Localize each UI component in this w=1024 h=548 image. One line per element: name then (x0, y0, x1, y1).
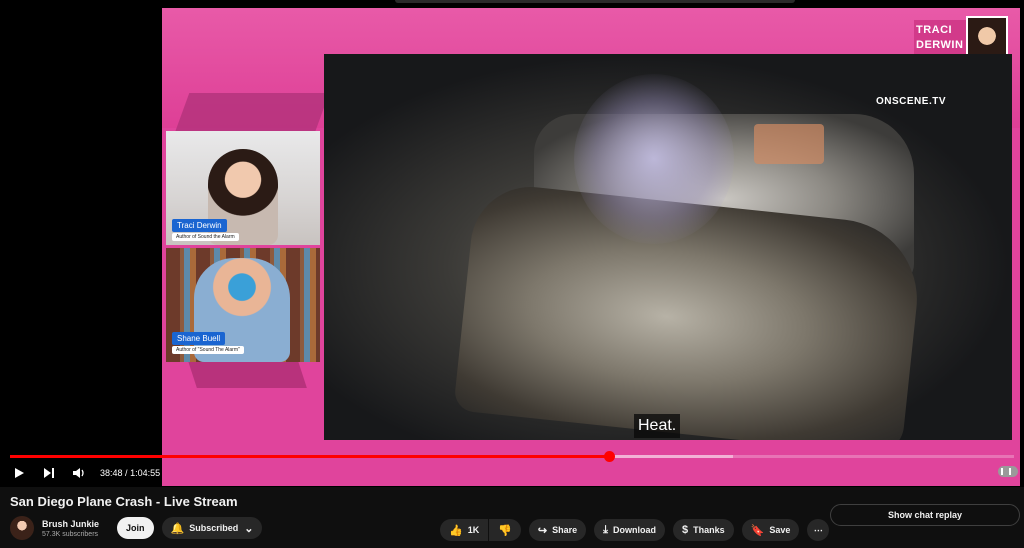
top-sliver (395, 0, 795, 3)
subscribed-label: Subscribed (189, 523, 239, 533)
closed-caption: Heat. (634, 414, 681, 438)
time-separator: / (125, 468, 128, 478)
overlay-splash (174, 93, 330, 133)
footage-watermark: ONSCENE.TV (876, 96, 947, 107)
guest-feed-traci: Traci Derwin Author of Sound the Alarm (166, 131, 320, 245)
download-label: Download (613, 525, 657, 535)
guest-role: Author of "Sound The Alarm" (172, 346, 244, 354)
join-label: Join (126, 523, 145, 533)
like-button[interactable]: 👍 1K (440, 519, 489, 541)
volume-icon (73, 468, 84, 478)
thanks-button[interactable]: $ Thanks (673, 519, 734, 541)
share-label: Share (552, 525, 578, 535)
news-footage: ONSCENE.TV Heat. (324, 54, 1012, 440)
guest-feed-shane: Shane Buell Author of "Sound The Alarm" (166, 248, 320, 362)
thumbs-up-icon: 👍 (449, 524, 463, 537)
guest-role: Author of Sound the Alarm (172, 233, 239, 241)
play-icon (15, 468, 24, 478)
subscribed-button[interactable]: 🔔 Subscribed ⌄ (161, 517, 263, 539)
dislike-button[interactable]: 👎 (489, 519, 521, 541)
join-button[interactable]: Join (117, 517, 154, 539)
more-icon: ⋯ (813, 524, 823, 535)
played-bar (10, 455, 610, 458)
player-controls: 38:48 / 1:04:55 (0, 462, 1024, 484)
time-total: 1:04:55 (130, 468, 161, 478)
host-badge-line1: TRACI (916, 24, 953, 36)
save-button[interactable]: 🔖 Save (741, 519, 800, 541)
channel-row: Brush Junkie 57.3K subscribers Join 🔔 Su… (10, 516, 263, 540)
guest-name: Shane Buell (172, 332, 226, 345)
chevron-down-icon: ⌄ (244, 522, 254, 535)
thumbs-down-icon: 👎 (498, 524, 512, 537)
guest-name: Traci Derwin (172, 219, 227, 232)
autoplay-toggle[interactable] (998, 466, 1018, 477)
bell-icon: 🔔 (170, 522, 185, 535)
play-button[interactable] (8, 464, 30, 482)
more-button[interactable]: ⋯ (807, 519, 830, 541)
download-button[interactable]: ⤓ Download (594, 519, 666, 541)
thanks-icon: $ (682, 524, 689, 536)
save-icon: 🔖 (750, 524, 765, 537)
volume-button[interactable] (68, 464, 90, 482)
overlay-splash-lower (187, 358, 307, 388)
action-bar: 👍 1K 👎 ↪ Share ⤓ Download $ Thanks 🔖 Sav… (440, 519, 837, 541)
like-dislike-group: 👍 1K 👎 (440, 519, 529, 541)
guest-nametag: Shane Buell Author of "Sound The Alarm" (172, 332, 244, 354)
time-display: 38:48 / 1:04:55 (100, 468, 160, 478)
video-title: San Diego Plane Crash - Live Stream (10, 494, 238, 509)
smoke (574, 74, 734, 244)
chat-replay-label: Show chat replay (887, 510, 963, 520)
time-current: 38:48 (100, 468, 123, 478)
host-badge-text: TRACI DERWIN (914, 20, 966, 56)
download-icon: ⤓ (603, 523, 609, 536)
channel-name[interactable]: Brush Junkie (42, 519, 99, 529)
show-chat-replay-button[interactable]: Show chat replay (830, 504, 1020, 526)
save-label: Save (769, 525, 791, 535)
share-button[interactable]: ↪ Share (528, 519, 587, 541)
share-icon: ↪ (537, 524, 548, 537)
next-icon (44, 468, 54, 478)
channel-avatar[interactable] (10, 516, 34, 540)
subscriber-count: 57.3K subscribers (42, 530, 99, 538)
stream-overlay: TRACI DERWIN ONSCENE.TV Heat. Traci Derw… (162, 8, 1020, 486)
channel-meta: Brush Junkie 57.3K subscribers (42, 519, 99, 538)
video-player[interactable]: TRACI DERWIN ONSCENE.TV Heat. Traci Derw… (0, 0, 1024, 487)
fire-glow (754, 124, 824, 164)
progress-bar[interactable] (10, 451, 1014, 462)
guest-nametag: Traci Derwin Author of Sound the Alarm (172, 219, 239, 241)
host-badge-line2: DERWIN (916, 39, 964, 51)
thanks-label: Thanks (693, 525, 725, 535)
next-button[interactable] (38, 464, 60, 482)
like-count: 1K (467, 525, 480, 535)
